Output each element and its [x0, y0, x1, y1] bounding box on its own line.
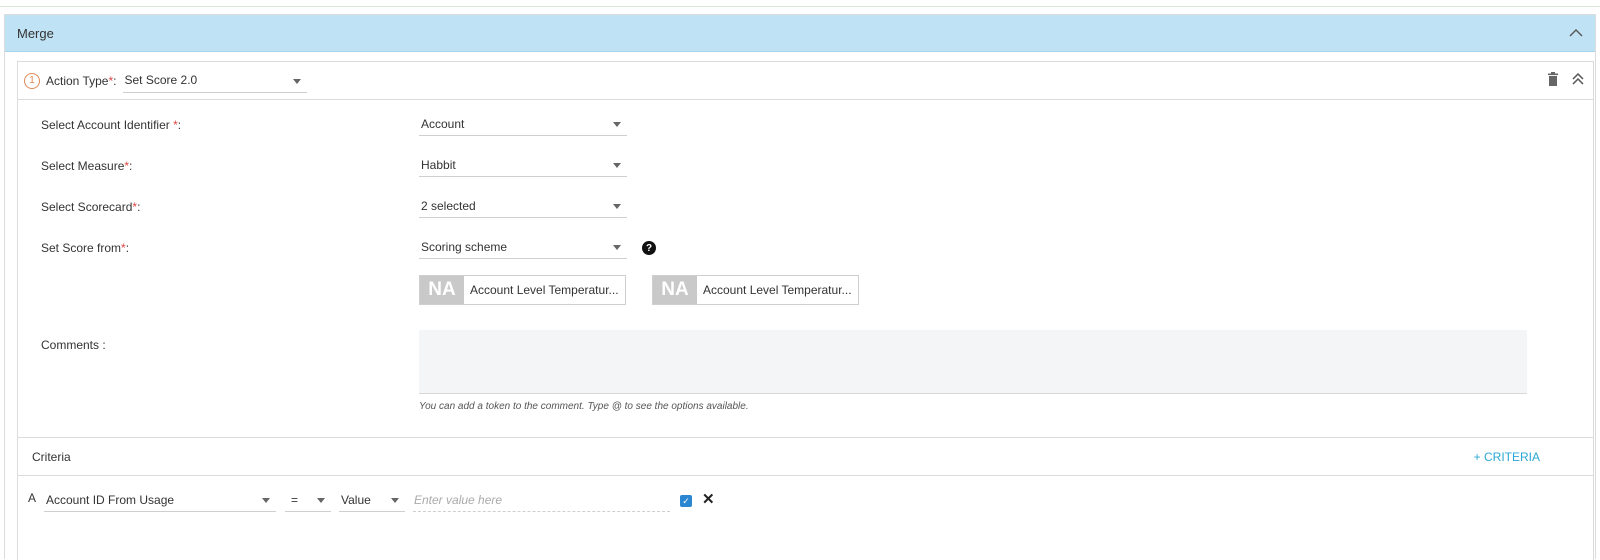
caret-down-icon	[262, 498, 270, 503]
measure-label: Select Measure*:	[41, 159, 133, 173]
score-from-label: Set Score from*:	[41, 241, 130, 255]
criteria-operator-select[interactable]: =	[285, 488, 331, 512]
double-chevron-up-icon[interactable]	[1571, 72, 1585, 86]
score-from-value: Scoring scheme	[421, 239, 508, 254]
trash-icon[interactable]	[1547, 72, 1559, 86]
criteria-field-value: Account ID From Usage	[46, 492, 175, 507]
caret-down-icon	[317, 498, 325, 503]
comments-hint: You can add a token to the comment. Type…	[419, 401, 749, 412]
account-identifier-select[interactable]: Account	[419, 112, 627, 136]
caret-down-icon	[613, 204, 621, 209]
account-identifier-label: Select Account Identifier *:	[41, 118, 182, 132]
caret-down-icon	[613, 163, 621, 168]
criteria-row: A Account ID From Usage = Value ✓ ✕	[18, 476, 1593, 516]
action-type-label: Action Type*:	[46, 73, 117, 88]
criteria-operator-value: =	[291, 492, 299, 507]
account-identifier-value: Account	[421, 116, 465, 131]
action-form: Select Account Identifier *: Account Sel…	[18, 100, 1593, 438]
criteria-letter: A	[28, 491, 37, 505]
criteria-checkbox[interactable]: ✓	[680, 495, 692, 507]
action-type-value: Set Score 2.0	[124, 73, 198, 87]
scorecard-value: 2 selected	[421, 198, 476, 213]
scorecard-select[interactable]: 2 selected	[419, 194, 627, 218]
action-card: 1 Action Type*: Set Score 2.0 Select Acc…	[17, 61, 1594, 560]
caret-down-icon	[391, 498, 399, 503]
scorecard-chip[interactable]: NA Account Level Temperatur...	[652, 275, 859, 305]
close-icon[interactable]: ✕	[702, 490, 715, 508]
comments-input[interactable]	[419, 330, 1527, 394]
scorecard-chip[interactable]: NA Account Level Temperatur...	[419, 275, 626, 305]
criteria-title: Criteria	[32, 449, 71, 464]
action-type-select[interactable]: Set Score 2.0	[122, 69, 307, 93]
comments-label: Comments :	[41, 338, 106, 352]
caret-down-icon	[613, 122, 621, 127]
chevron-up-icon[interactable]	[1567, 24, 1585, 42]
panel-title: Merge	[17, 25, 54, 41]
scorecard-label: Select Scorecard*:	[41, 200, 141, 214]
measure-select[interactable]: Habbit	[419, 153, 627, 177]
step-badge: 1	[24, 72, 40, 89]
chip-badge: NA	[420, 276, 464, 304]
measure-value: Habbit	[421, 157, 456, 172]
criteria-field-select[interactable]: Account ID From Usage	[44, 488, 276, 512]
add-criteria-button[interactable]: + CRITERIA	[1474, 450, 1540, 464]
score-from-select[interactable]: Scoring scheme	[419, 235, 627, 259]
top-divider	[0, 6, 1600, 7]
criteria-value-input[interactable]	[413, 488, 670, 512]
action-type-row: 1 Action Type*: Set Score 2.0	[18, 62, 1593, 100]
action-row-icons	[1547, 72, 1585, 86]
help-icon[interactable]: ?	[642, 241, 656, 255]
merge-panel: Merge 1 Action Type*: Set Score 2.0 Sele…	[4, 14, 1596, 560]
criteria-value-type-select[interactable]: Value	[339, 488, 405, 512]
chip-label: Account Level Temperatur...	[703, 283, 852, 297]
caret-down-icon	[292, 78, 301, 84]
caret-down-icon	[613, 245, 621, 250]
chip-badge: NA	[653, 276, 697, 304]
criteria-header: Criteria + CRITERIA	[18, 438, 1593, 476]
criteria-value-type-value: Value	[341, 492, 371, 507]
chip-label: Account Level Temperatur...	[470, 283, 619, 297]
merge-panel-header[interactable]: Merge	[5, 15, 1595, 52]
